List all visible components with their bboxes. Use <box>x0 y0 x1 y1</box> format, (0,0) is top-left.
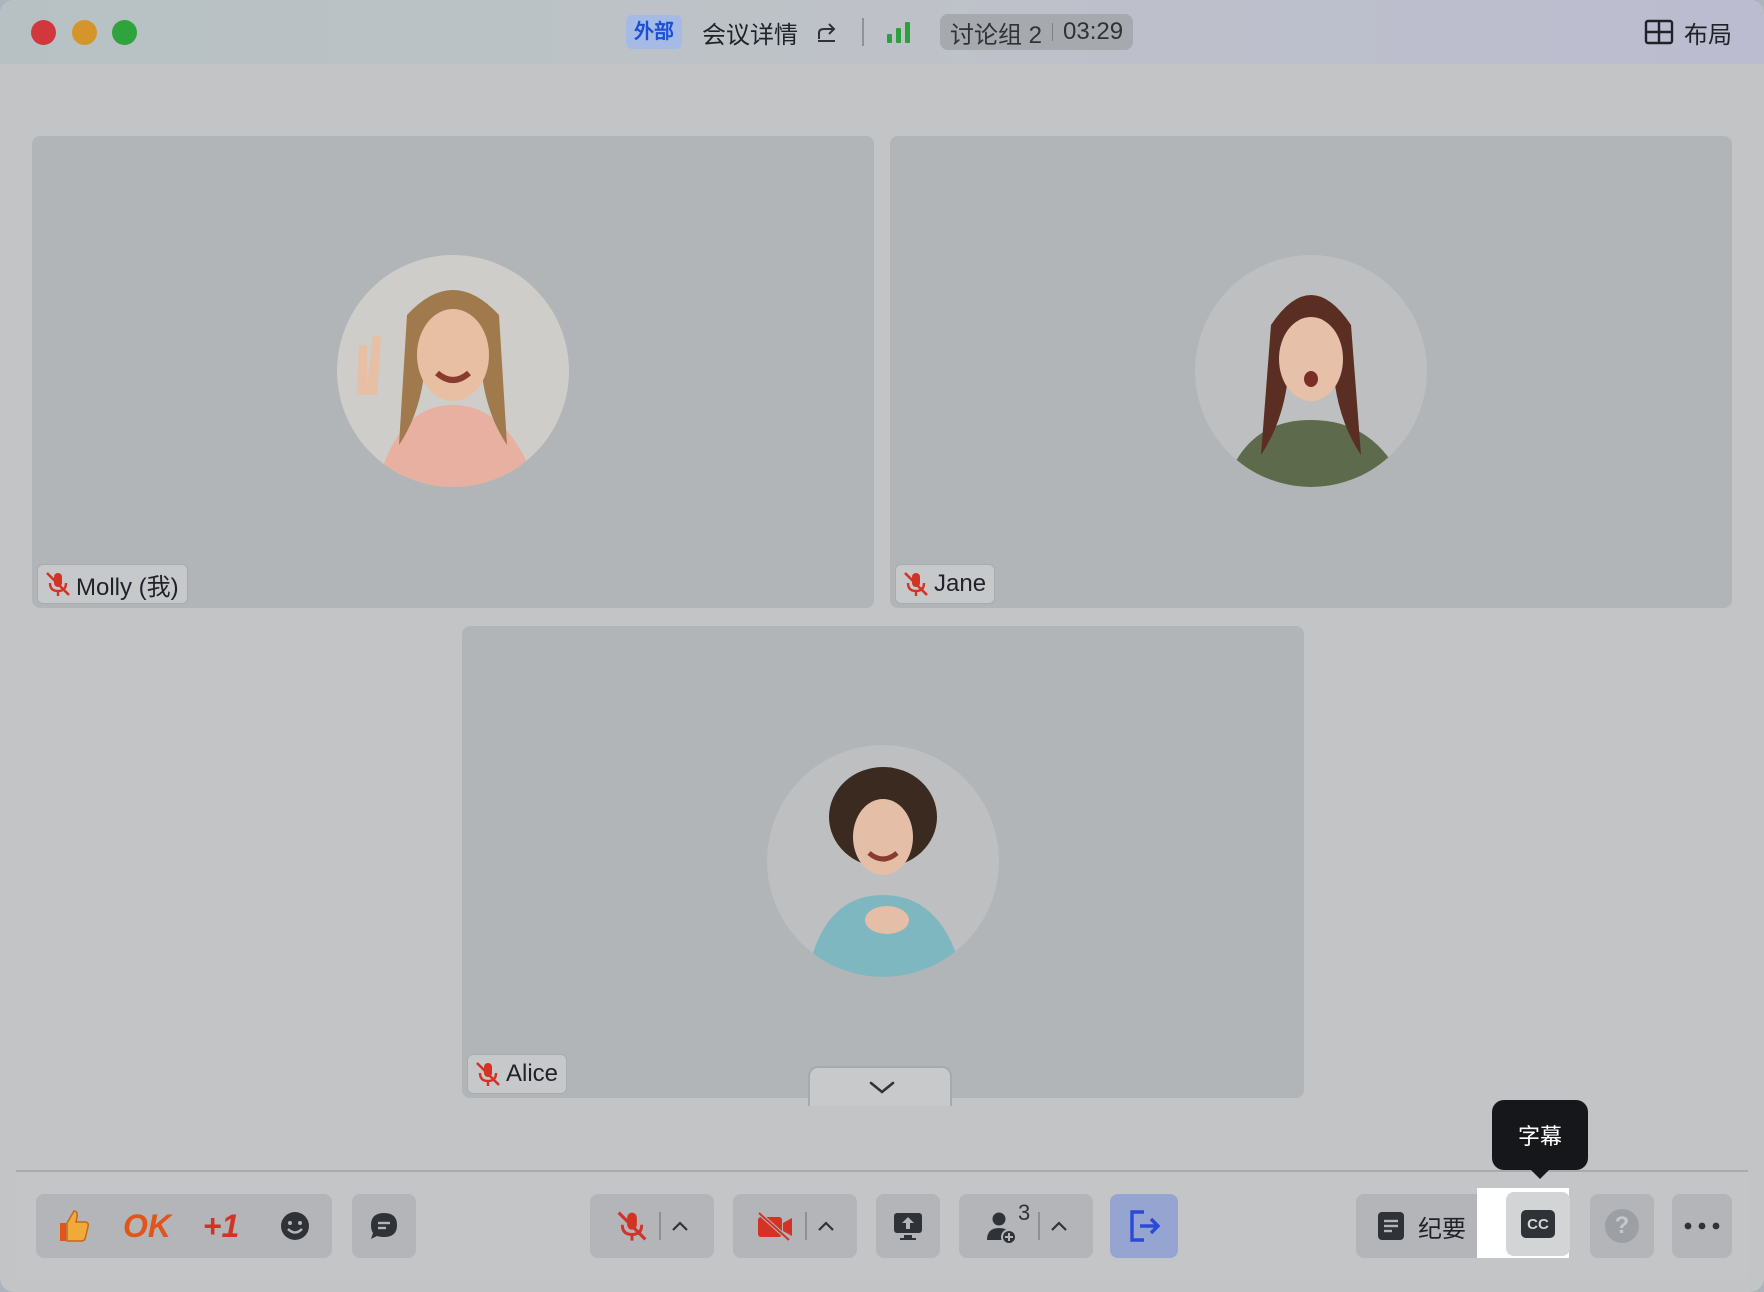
captions-button[interactable]: CC <box>1506 1192 1570 1256</box>
captions-tooltip: 字幕 <box>1492 1100 1588 1179</box>
participant-name: Jane <box>934 570 987 597</box>
participant-count: 3 <box>1018 1200 1031 1225</box>
meeting-window: 外部 会议详情 讨论组 2 03:29 布局 Molly (我) Jane Al… <box>0 0 1764 1292</box>
group-name: 讨论组 2 <box>950 21 1043 49</box>
minutes-button[interactable]: 纪要 <box>1356 1194 1486 1258</box>
avatar <box>767 745 999 977</box>
avatar <box>337 255 569 487</box>
mic-muted-icon <box>46 572 70 596</box>
share-screen-button[interactable] <box>876 1194 940 1258</box>
woman-waving-photo-icon <box>337 255 569 487</box>
share-link-icon[interactable] <box>816 21 838 43</box>
notes-icon <box>1378 1212 1404 1240</box>
network-signal-icon[interactable] <box>886 21 912 43</box>
title-divider <box>862 18 864 46</box>
mic-muted-icon <box>904 572 928 596</box>
camera-off-icon[interactable] <box>755 1210 795 1242</box>
video-tile-molly[interactable]: Molly (我) <box>32 136 874 608</box>
video-tile-jane[interactable]: Jane <box>890 136 1732 608</box>
pill-divider <box>1052 23 1054 41</box>
woman-surprised-photo-icon <box>1195 255 1427 487</box>
breakout-group-pill[interactable]: 讨论组 2 03:29 <box>940 14 1134 50</box>
emoji-picker-button[interactable] <box>258 1210 332 1242</box>
grid-layout-icon <box>1644 19 1674 45</box>
meeting-details-link[interactable]: 会议详情 <box>702 15 798 50</box>
reactions-group: OK +1 <box>36 1194 332 1258</box>
minimize-window-button[interactable] <box>72 20 97 45</box>
layout-label: 布局 <box>1684 21 1732 49</box>
ok-reaction-label: OK <box>123 1207 171 1244</box>
camera-control <box>733 1194 857 1258</box>
screen-share-icon <box>894 1213 922 1240</box>
microphone-control <box>590 1194 714 1258</box>
minutes-label: 纪要 <box>1418 1215 1466 1243</box>
title-bar: 外部 会议详情 讨论组 2 03:29 布局 <box>0 0 1764 64</box>
chevron-down-icon <box>869 1081 895 1094</box>
participants-control: 3 <box>959 1194 1093 1258</box>
collapse-toolbar-tab[interactable] <box>808 1066 952 1106</box>
add-participant-icon <box>987 1212 1017 1245</box>
participant-name: Alice <box>506 1060 559 1087</box>
chevron-up-icon[interactable] <box>1050 1220 1068 1232</box>
title-center: 外部 会议详情 讨论组 2 03:29 <box>626 14 1134 50</box>
split-divider <box>1038 1212 1040 1240</box>
leave-meeting-button[interactable] <box>1110 1194 1178 1258</box>
ok-reaction[interactable]: OK <box>110 1208 184 1245</box>
participant-name-tag: Molly (我) <box>37 564 188 604</box>
split-divider <box>805 1212 807 1240</box>
avatar <box>1195 255 1427 487</box>
participant-name-tag: Alice <box>467 1054 568 1094</box>
thumbs-up-reaction[interactable] <box>36 1207 110 1245</box>
mic-muted-icon[interactable] <box>615 1209 649 1243</box>
exit-icon <box>1130 1210 1161 1242</box>
more-options-button[interactable] <box>1672 1194 1732 1258</box>
plus-one-label: +1 <box>202 1207 240 1244</box>
cc-icon: CC <box>1521 1210 1555 1238</box>
mic-muted-icon <box>476 1062 500 1086</box>
layout-button[interactable]: 布局 <box>1644 14 1732 50</box>
participants-button[interactable]: 3 <box>984 1200 1030 1246</box>
chevron-up-icon[interactable] <box>671 1220 689 1232</box>
participant-name: Molly (我) <box>76 573 179 601</box>
more-dots-icon <box>1684 1222 1720 1230</box>
plus-one-reaction[interactable]: +1 <box>184 1208 258 1245</box>
close-window-button[interactable] <box>31 20 56 45</box>
chevron-up-icon[interactable] <box>817 1220 835 1232</box>
smiley-icon <box>281 1212 309 1240</box>
chat-button[interactable] <box>352 1194 416 1258</box>
meeting-timer: 03:29 <box>1063 18 1124 45</box>
video-tile-alice[interactable]: Alice <box>462 626 1304 1098</box>
external-badge: 外部 <box>626 15 682 49</box>
help-button[interactable]: ? <box>1590 1194 1654 1258</box>
participant-name-tag: Jane <box>895 564 996 604</box>
chat-bubble-icon <box>371 1213 397 1239</box>
help-icon: ? <box>1605 1209 1639 1243</box>
split-divider <box>659 1212 661 1240</box>
maximize-window-button[interactable] <box>112 20 137 45</box>
thumbs-up-icon <box>60 1210 89 1242</box>
woman-laughing-photo-icon <box>767 745 999 977</box>
